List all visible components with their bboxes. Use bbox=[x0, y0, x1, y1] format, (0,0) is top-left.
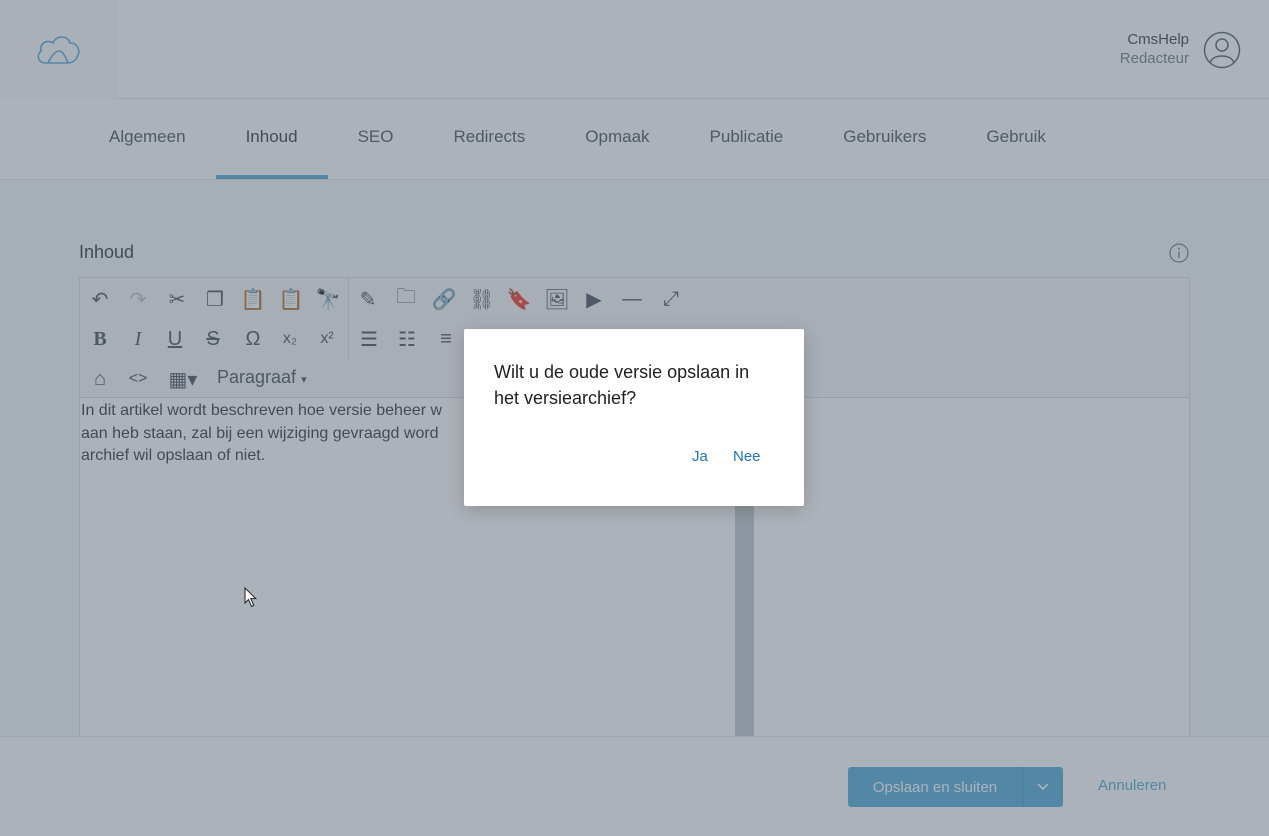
version-archive-dialog: Wilt u de oude versie opslaan in het ver… bbox=[464, 329, 804, 506]
dialog-message: Wilt u de oude versie opslaan in het ver… bbox=[494, 362, 750, 408]
yes-button[interactable]: Ja bbox=[692, 448, 708, 465]
mouse-cursor-icon bbox=[244, 587, 258, 608]
no-button[interactable]: Nee bbox=[733, 448, 761, 465]
